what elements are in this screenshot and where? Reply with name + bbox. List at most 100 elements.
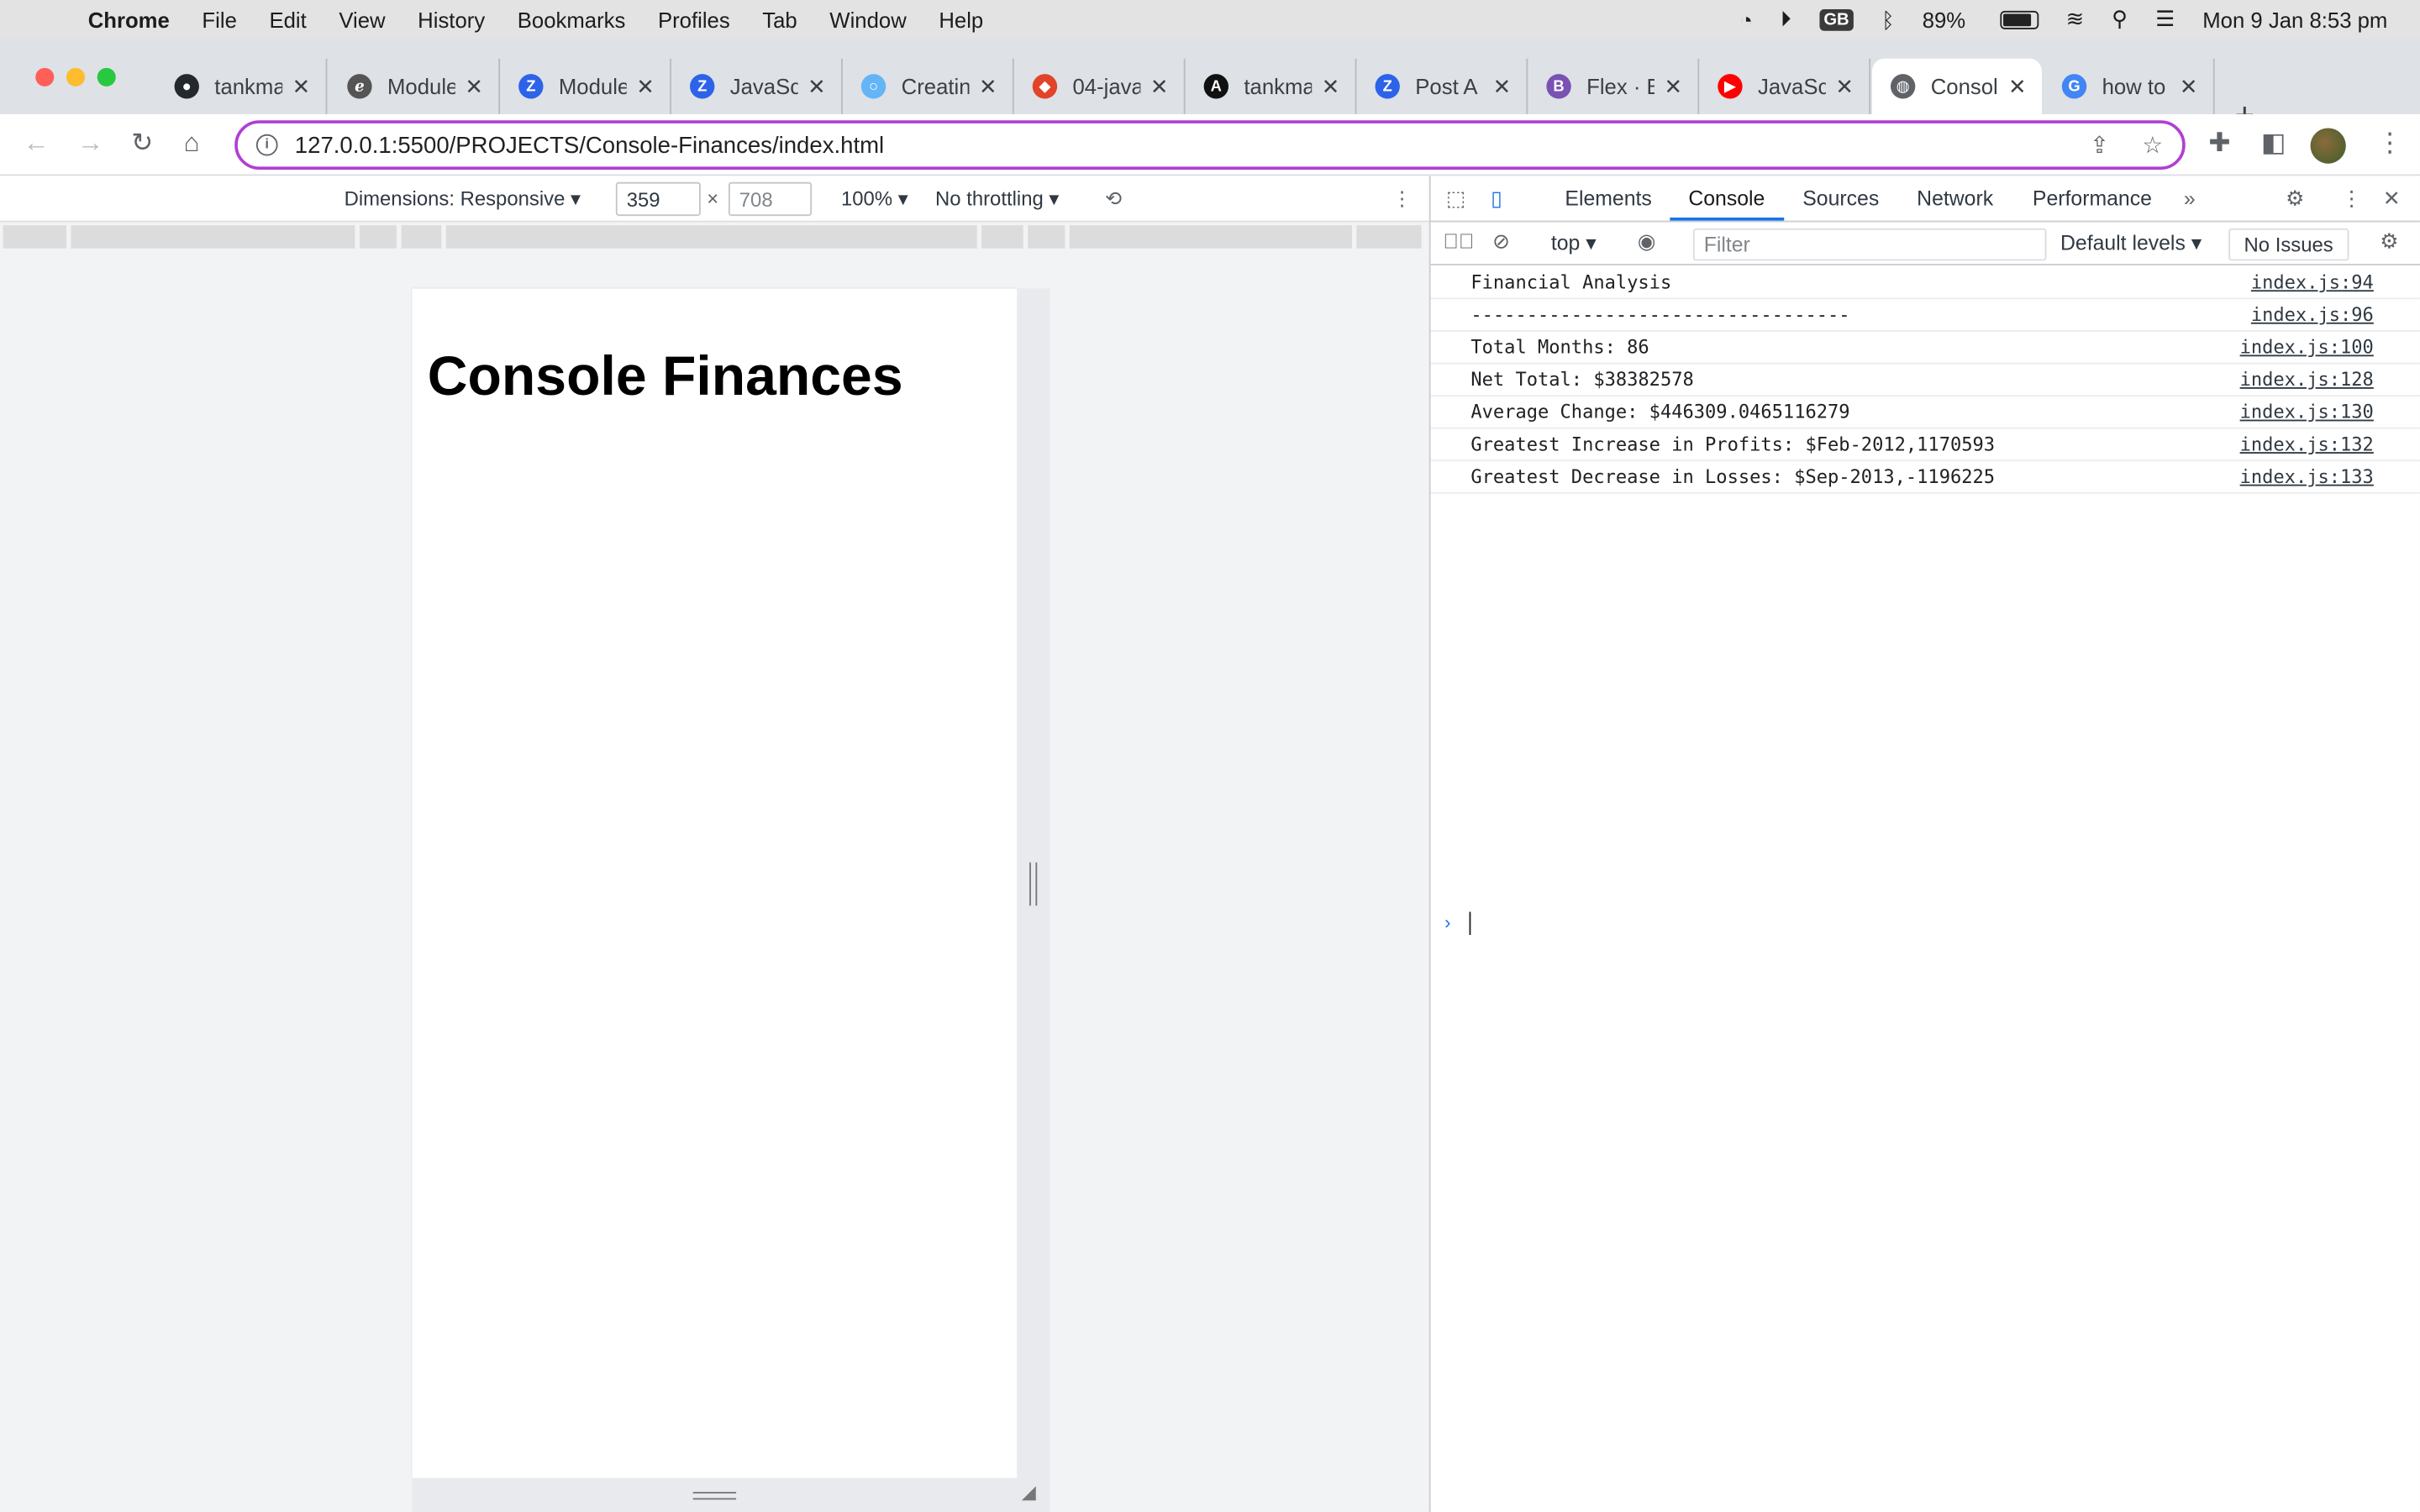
spotlight-search-icon[interactable]: ⚲ bbox=[2112, 6, 2128, 32]
device-more-icon[interactable]: ⋮ bbox=[1392, 186, 1413, 211]
browser-tab[interactable]: Atankma ✕ bbox=[1186, 58, 1357, 114]
browser-tab[interactable]: ◆ 04-java ✕ bbox=[1014, 58, 1186, 114]
extensions-puzzle-icon[interactable]: ✚ bbox=[2208, 128, 2230, 159]
bookmark-star-icon[interactable]: ☆ bbox=[2142, 131, 2163, 159]
close-tab-icon[interactable]: ✕ bbox=[1150, 73, 1169, 99]
back-arrow-icon[interactable]: ← bbox=[24, 128, 50, 159]
close-devtools-icon[interactable]: ✕ bbox=[2383, 186, 2401, 211]
reload-icon[interactable]: ↻ bbox=[131, 128, 153, 159]
close-window-button[interactable] bbox=[35, 67, 55, 87]
filter-input[interactable]: Filter bbox=[1692, 228, 2047, 261]
browser-tab[interactable]: ○ Creatin ✕ bbox=[843, 58, 1014, 114]
settings-gear-icon[interactable]: ⚙ bbox=[2286, 186, 2304, 211]
close-tab-icon[interactable]: ✕ bbox=[808, 73, 826, 99]
device-toggle-icon[interactable]: ▯ bbox=[1491, 186, 1502, 211]
inspect-element-icon[interactable]: ⬚ bbox=[1446, 186, 1465, 211]
close-tab-icon[interactable]: ✕ bbox=[2008, 73, 2027, 99]
browser-tab[interactable]: ▶ JavaSc ✕ bbox=[1699, 58, 1871, 114]
close-tab-icon[interactable]: ✕ bbox=[1664, 73, 1682, 99]
tab-console[interactable]: Console bbox=[1688, 186, 1765, 210]
log-source-link[interactable]: index.js:128 bbox=[2240, 369, 2374, 391]
battery-icon[interactable] bbox=[1972, 9, 2039, 29]
rotate-icon[interactable]: ⟲ bbox=[1105, 186, 1122, 211]
tab-sources[interactable]: Sources bbox=[1802, 186, 1879, 210]
dimensions-dropdown[interactable]: Dimensions: Responsive ▾ bbox=[345, 186, 581, 211]
log-source-link[interactable]: index.js:100 bbox=[2240, 336, 2374, 358]
menu-bookmarks[interactable]: Bookmarks bbox=[518, 7, 626, 31]
log-source-link[interactable]: index.js:130 bbox=[2240, 402, 2374, 423]
zoom-icon: Z bbox=[690, 74, 715, 99]
browser-tab[interactable]: B Flex · B ✕ bbox=[1528, 58, 1700, 114]
menu-clock[interactable]: Mon 9 Jan 8:53 pm bbox=[2202, 7, 2387, 31]
close-tab-icon[interactable]: ✕ bbox=[292, 73, 311, 99]
throttling-dropdown[interactable]: No throttling ▾ bbox=[935, 186, 1059, 211]
console-messages: Financial Analysis index.js:94 -----------… bbox=[1430, 267, 2420, 494]
home-icon[interactable]: ⌂ bbox=[184, 128, 200, 159]
wifi-icon[interactable]: ≋ bbox=[2066, 6, 2085, 32]
log-source-link[interactable]: index.js:96 bbox=[2251, 304, 2374, 326]
menu-history[interactable]: History bbox=[418, 7, 485, 31]
log-source-link[interactable]: index.js:132 bbox=[2240, 433, 2374, 455]
tab-performance[interactable]: Performance bbox=[2033, 186, 2152, 210]
issues-button[interactable]: No Issues bbox=[2228, 228, 2349, 261]
close-tab-icon[interactable]: ✕ bbox=[636, 73, 655, 99]
console-input[interactable] bbox=[1469, 911, 1471, 936]
more-tabs-icon[interactable]: » bbox=[2184, 186, 2196, 210]
share-icon[interactable]: ⇪ bbox=[2090, 131, 2109, 159]
width-input[interactable]: 359 bbox=[615, 181, 701, 217]
bluetooth-icon[interactable]: ᛒ bbox=[1881, 7, 1894, 31]
clear-console-icon[interactable]: ⊘ bbox=[1492, 230, 1510, 255]
menu-tab[interactable]: Tab bbox=[762, 7, 797, 31]
play-icon[interactable]: ⏵ bbox=[1781, 6, 1791, 32]
sidebar-toggle-icon[interactable]: ▸⃞ bbox=[1443, 230, 1474, 254]
close-tab-icon[interactable]: ✕ bbox=[465, 73, 483, 99]
zoom-dropdown[interactable]: 100% ▾ bbox=[841, 186, 908, 211]
height-input[interactable]: 708 bbox=[728, 181, 813, 217]
dimensions-label: Dimensions: Responsive bbox=[344, 186, 566, 210]
corner-resize-icon[interactable]: ◢ bbox=[1022, 1481, 1036, 1503]
close-tab-icon[interactable]: ✕ bbox=[979, 73, 997, 99]
browser-tab[interactable]: Z Module ✕ bbox=[500, 58, 671, 114]
close-tab-icon[interactable]: ✕ bbox=[1835, 73, 1854, 99]
menu-view[interactable]: View bbox=[339, 7, 385, 31]
close-tab-icon[interactable]: ✕ bbox=[1493, 73, 1512, 99]
console-settings-icon[interactable]: ⚙ bbox=[2380, 230, 2398, 255]
control-center-icon[interactable]: ☰ bbox=[2155, 6, 2175, 32]
tab-network[interactable]: Network bbox=[1917, 186, 1993, 210]
devtools-more-icon[interactable]: ⋮ bbox=[2341, 186, 2362, 211]
browser-tab[interactable]: ● tankma ✕ bbox=[156, 58, 328, 114]
profile-avatar[interactable] bbox=[2310, 128, 2346, 164]
zoom-window-button[interactable] bbox=[97, 67, 116, 87]
log-source-link[interactable]: index.js:94 bbox=[2251, 271, 2374, 293]
browser-tab[interactable]: Z Post A ✕ bbox=[1356, 58, 1528, 114]
browser-tab[interactable]: Z JavaSc ✕ bbox=[671, 58, 843, 114]
address-bar[interactable]: i 127.0.0.1:5500/PROJECTS/Console-Financ… bbox=[234, 120, 2186, 171]
input-source-badge[interactable]: GB bbox=[1818, 8, 1854, 30]
menu-window[interactable]: Window bbox=[829, 7, 906, 31]
log-levels-dropdown[interactable]: Default levels ▾ bbox=[2060, 232, 2202, 256]
forward-arrow-icon[interactable]: → bbox=[77, 128, 103, 159]
menu-app-name[interactable]: Chrome bbox=[88, 7, 170, 31]
browser-tab[interactable]: ℯ Module ✕ bbox=[329, 58, 501, 114]
live-expression-eye-icon[interactable]: ◉ bbox=[1638, 230, 1656, 255]
menu-file[interactable]: File bbox=[202, 7, 236, 31]
media-query-ruler[interactable] bbox=[0, 223, 1429, 250]
width-resize-handle[interactable] bbox=[1017, 288, 1050, 1512]
browser-tab[interactable]: ◍ Consol ✕ bbox=[1871, 58, 2042, 114]
site-info-icon[interactable]: i bbox=[255, 134, 278, 156]
height-resize-handle[interactable] bbox=[412, 1478, 1018, 1512]
close-tab-icon[interactable]: ✕ bbox=[1322, 73, 1340, 99]
tab-elements[interactable]: Elements bbox=[1565, 186, 1651, 210]
menu-edit[interactable]: Edit bbox=[269, 7, 306, 31]
close-tab-icon[interactable]: ✕ bbox=[2180, 73, 2198, 99]
browser-tab[interactable]: Ghow to ✕ bbox=[2044, 58, 2215, 114]
menu-help[interactable]: Help bbox=[939, 7, 983, 31]
log-source-link[interactable]: index.js:133 bbox=[2240, 466, 2374, 488]
minimize-window-button[interactable] bbox=[66, 67, 86, 87]
chrome-menu-icon[interactable]: ⋮ bbox=[2377, 128, 2403, 159]
focus-icon[interactable]: ◔ bbox=[1739, 7, 1753, 31]
menu-profiles[interactable]: Profiles bbox=[658, 7, 730, 31]
address-url[interactable]: 127.0.0.1:5500/PROJECTS/Console-Finances… bbox=[295, 132, 884, 158]
context-selector[interactable]: top ▾ bbox=[1551, 232, 1597, 256]
side-panel-icon[interactable]: ◧ bbox=[2261, 128, 2286, 159]
